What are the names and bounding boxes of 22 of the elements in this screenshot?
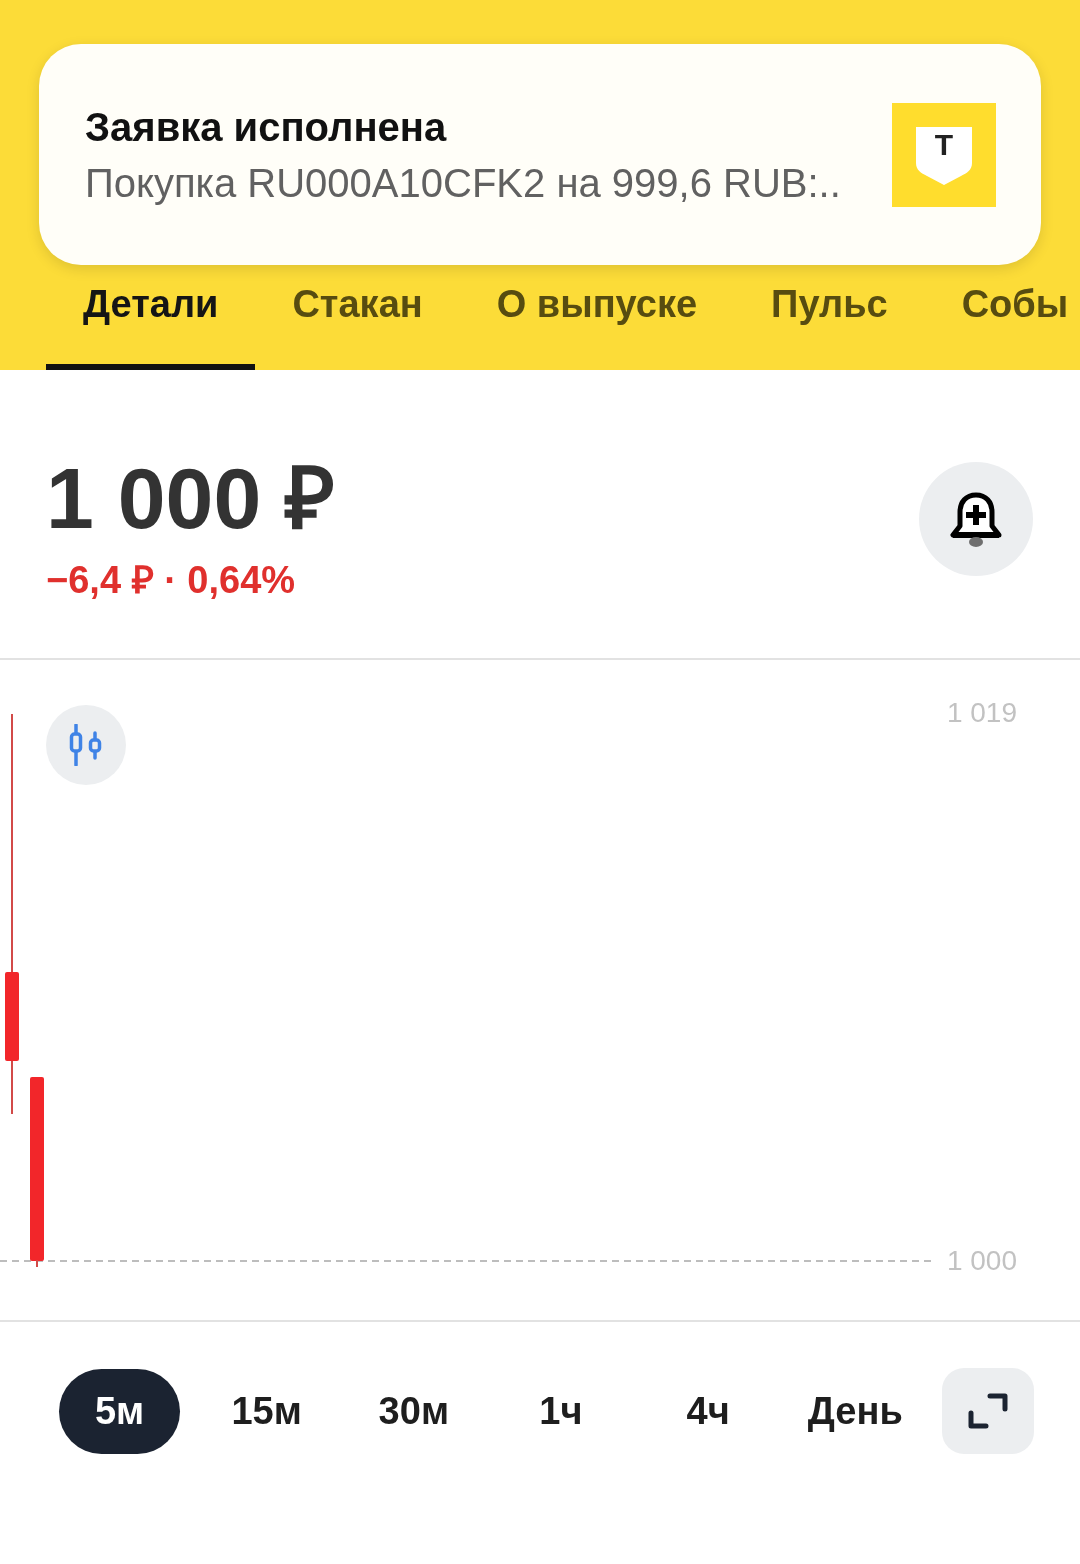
price-value: 1 000 ₽ [46,452,336,544]
interval-button[interactable]: 5м [59,1368,180,1454]
expand-icon [967,1393,1008,1429]
y-axis-label: 1 000 [946,1245,1017,1277]
tab[interactable]: О выпуске [459,270,735,370]
notification-card[interactable]: Заявка исполнена Покупка RU000A10CFK2 на 999,6 RUB:.. Т [39,44,1041,265]
interval-button[interactable]: 4ч [647,1368,769,1454]
notification-title: Заявка исполнена [85,103,448,150]
expand-button[interactable] [941,1368,1034,1454]
tab[interactable]: Собы [924,270,1080,370]
tab[interactable]: Пульс [734,270,925,370]
bell-plus-icon [949,491,1003,547]
y-axis-label: 1 019 [946,697,1017,729]
interval-button[interactable]: 15м [206,1368,328,1454]
price-change: −6,4 ₽ · 0,64% [46,558,297,602]
tab[interactable]: Стакан [255,270,460,370]
candlestick-icon [68,724,104,766]
interval-button[interactable]: 30м [353,1368,475,1454]
interval-button[interactable]: 1ч [500,1368,622,1454]
notification-message: Покупка RU000A10CFK2 на 999,6 RUB:.. [85,159,842,206]
interval-button[interactable]: День [794,1368,916,1454]
app-logo: Т [892,102,996,207]
